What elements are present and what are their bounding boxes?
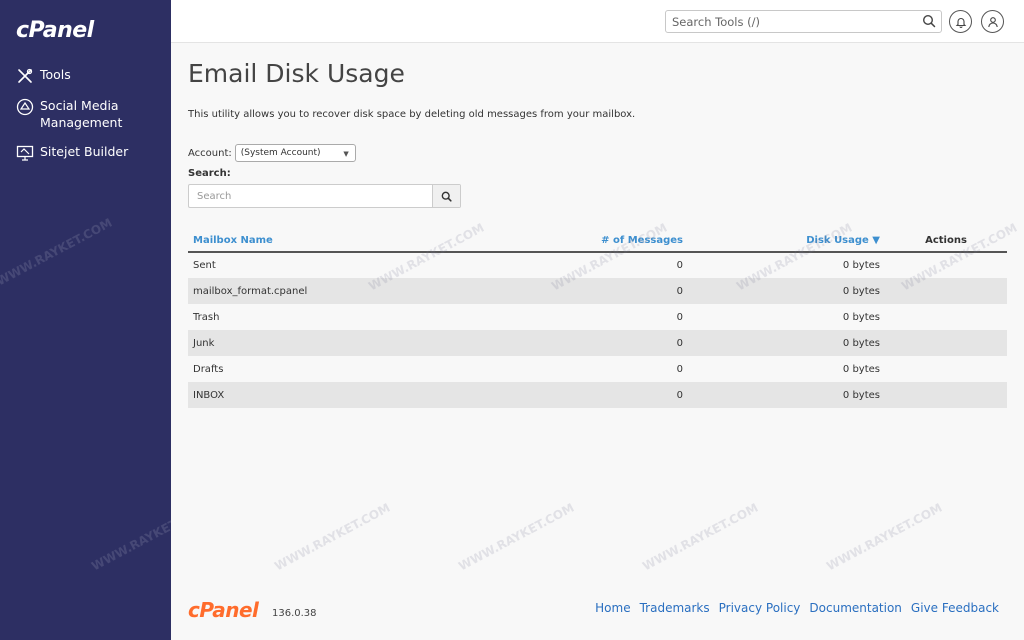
messages-cell: 0 bbox=[676, 260, 683, 271]
account-row: Account: (System Account) ▼ bbox=[188, 144, 356, 162]
account-select-value: (System Account) bbox=[240, 148, 321, 158]
notifications-button[interactable] bbox=[949, 10, 972, 33]
disk-usage-cell: 0 bytes bbox=[688, 382, 885, 408]
column-header-actions: Actions bbox=[885, 230, 1007, 253]
disk-usage-cell: 0 bytes bbox=[688, 330, 885, 356]
table-header-row: Mailbox Name # of Messages Disk Usage ▼ … bbox=[188, 230, 1007, 253]
search-tools-box[interactable] bbox=[665, 10, 942, 33]
disk-usage-cell: 0 bytes bbox=[842, 363, 880, 375]
mailbox-name-cell: Sent bbox=[193, 260, 216, 271]
page-title: Email Disk Usage bbox=[188, 59, 405, 88]
sidebar: cPanel Tools Social Media Management Sit… bbox=[0, 0, 209, 640]
bell-icon bbox=[955, 17, 966, 28]
mailbox-table: Mailbox Name # of Messages Disk Usage ▼ … bbox=[188, 230, 1007, 408]
sidebar-item-sitejet[interactable]: Sitejet Builder bbox=[16, 143, 166, 162]
account-select[interactable]: (System Account) ▼ bbox=[234, 144, 356, 162]
column-header-messages[interactable]: # of Messages bbox=[528, 230, 688, 253]
messages-cell: 0 bbox=[528, 278, 688, 304]
account-label: Account: bbox=[188, 147, 232, 159]
footer-link-privacy-policy[interactable]: Privacy Policy bbox=[719, 601, 801, 615]
actions-cell bbox=[885, 330, 1007, 356]
search-label: Search: bbox=[188, 168, 231, 179]
mailbox-search-button[interactable] bbox=[432, 185, 460, 207]
actions-cell bbox=[885, 252, 1007, 278]
footer-cpanel-logo[interactable]: cPanel bbox=[188, 598, 259, 622]
messages-cell: 0 bbox=[528, 382, 688, 408]
version-number: 136.0.38 bbox=[272, 608, 317, 619]
table-row: Drafts 0 0 bytes bbox=[188, 356, 1007, 382]
mailbox-table-wrap: Mailbox Name # of Messages Disk Usage ▼ … bbox=[188, 230, 1007, 408]
footer-link-home[interactable]: Home bbox=[595, 601, 630, 615]
mailbox-name-cell: Trash bbox=[193, 311, 220, 323]
user-icon bbox=[987, 16, 998, 27]
sidebar-item-tools[interactable]: Tools bbox=[16, 66, 166, 85]
disk-usage-cell: 0 bytes bbox=[842, 260, 880, 271]
search-icon[interactable] bbox=[922, 14, 936, 28]
table-row: INBOX 0 0 bytes bbox=[188, 382, 1007, 408]
table-row: Junk 0 0 bytes bbox=[188, 330, 1007, 356]
sitejet-icon bbox=[16, 145, 34, 161]
column-header-mailbox-name[interactable]: Mailbox Name bbox=[188, 230, 528, 253]
table-row: mailbox_format.cpanel 0 0 bytes bbox=[188, 278, 1007, 304]
sidebar-item-label: Social Media Management bbox=[40, 98, 123, 130]
mailbox-search-input[interactable] bbox=[189, 185, 432, 207]
sidebar-item-label: Sitejet Builder bbox=[40, 144, 129, 159]
search-icon bbox=[441, 191, 452, 202]
messages-cell: 0 bbox=[676, 363, 683, 375]
messages-cell: 0 bbox=[676, 311, 683, 323]
actions-cell bbox=[885, 356, 1007, 382]
actions-cell bbox=[885, 382, 1007, 408]
watermark: WWW.RAYKET.COM bbox=[640, 500, 761, 574]
column-header-disk-usage[interactable]: Disk Usage ▼ bbox=[688, 230, 885, 253]
watermark: WWW.RAYKET.COM bbox=[89, 500, 210, 574]
footer-link-give-feedback[interactable]: Give Feedback bbox=[911, 601, 999, 615]
mailbox-search-box bbox=[188, 184, 461, 208]
footer-links: Home Trademarks Privacy Policy Documenta… bbox=[586, 601, 999, 615]
user-menu-button[interactable] bbox=[981, 10, 1004, 33]
watermark: WWW.RAYKET.COM bbox=[272, 500, 393, 574]
sidebar-item-social-media[interactable]: Social Media Management bbox=[16, 97, 166, 131]
search-tools-input[interactable] bbox=[666, 11, 911, 33]
mailbox-name-cell: INBOX bbox=[188, 382, 528, 408]
footer-link-trademarks[interactable]: Trademarks bbox=[640, 601, 710, 615]
actions-cell bbox=[885, 304, 1007, 330]
table-row: Sent 0 0 bytes bbox=[188, 252, 1007, 278]
tools-icon bbox=[18, 68, 33, 83]
disk-usage-cell: 0 bytes bbox=[688, 278, 885, 304]
messages-cell: 0 bbox=[528, 330, 688, 356]
watermark: WWW.RAYKET.COM bbox=[824, 500, 945, 574]
sidebar-item-label: Tools bbox=[40, 67, 71, 82]
actions-cell bbox=[885, 278, 1007, 304]
chevron-down-icon: ▼ bbox=[343, 150, 349, 158]
page-description: This utility allows you to recover disk … bbox=[188, 109, 636, 120]
disk-usage-cell: 0 bytes bbox=[842, 311, 880, 323]
table-row: Trash 0 0 bytes bbox=[188, 304, 1007, 330]
mailbox-name-cell: mailbox_format.cpanel bbox=[188, 278, 528, 304]
mailbox-name-cell: Junk bbox=[188, 330, 528, 356]
cpanel-logo[interactable]: cPanel bbox=[16, 18, 94, 43]
social-media-icon bbox=[16, 98, 34, 116]
sidebar-nav: Tools Social Media Management Sitejet Bu… bbox=[16, 66, 166, 174]
top-header bbox=[171, 0, 1024, 43]
watermark: WWW.RAYKET.COM bbox=[0, 215, 115, 289]
mailbox-name-cell: Drafts bbox=[193, 363, 224, 375]
footer-link-documentation[interactable]: Documentation bbox=[809, 601, 902, 615]
watermark: WWW.RAYKET.COM bbox=[456, 500, 577, 574]
